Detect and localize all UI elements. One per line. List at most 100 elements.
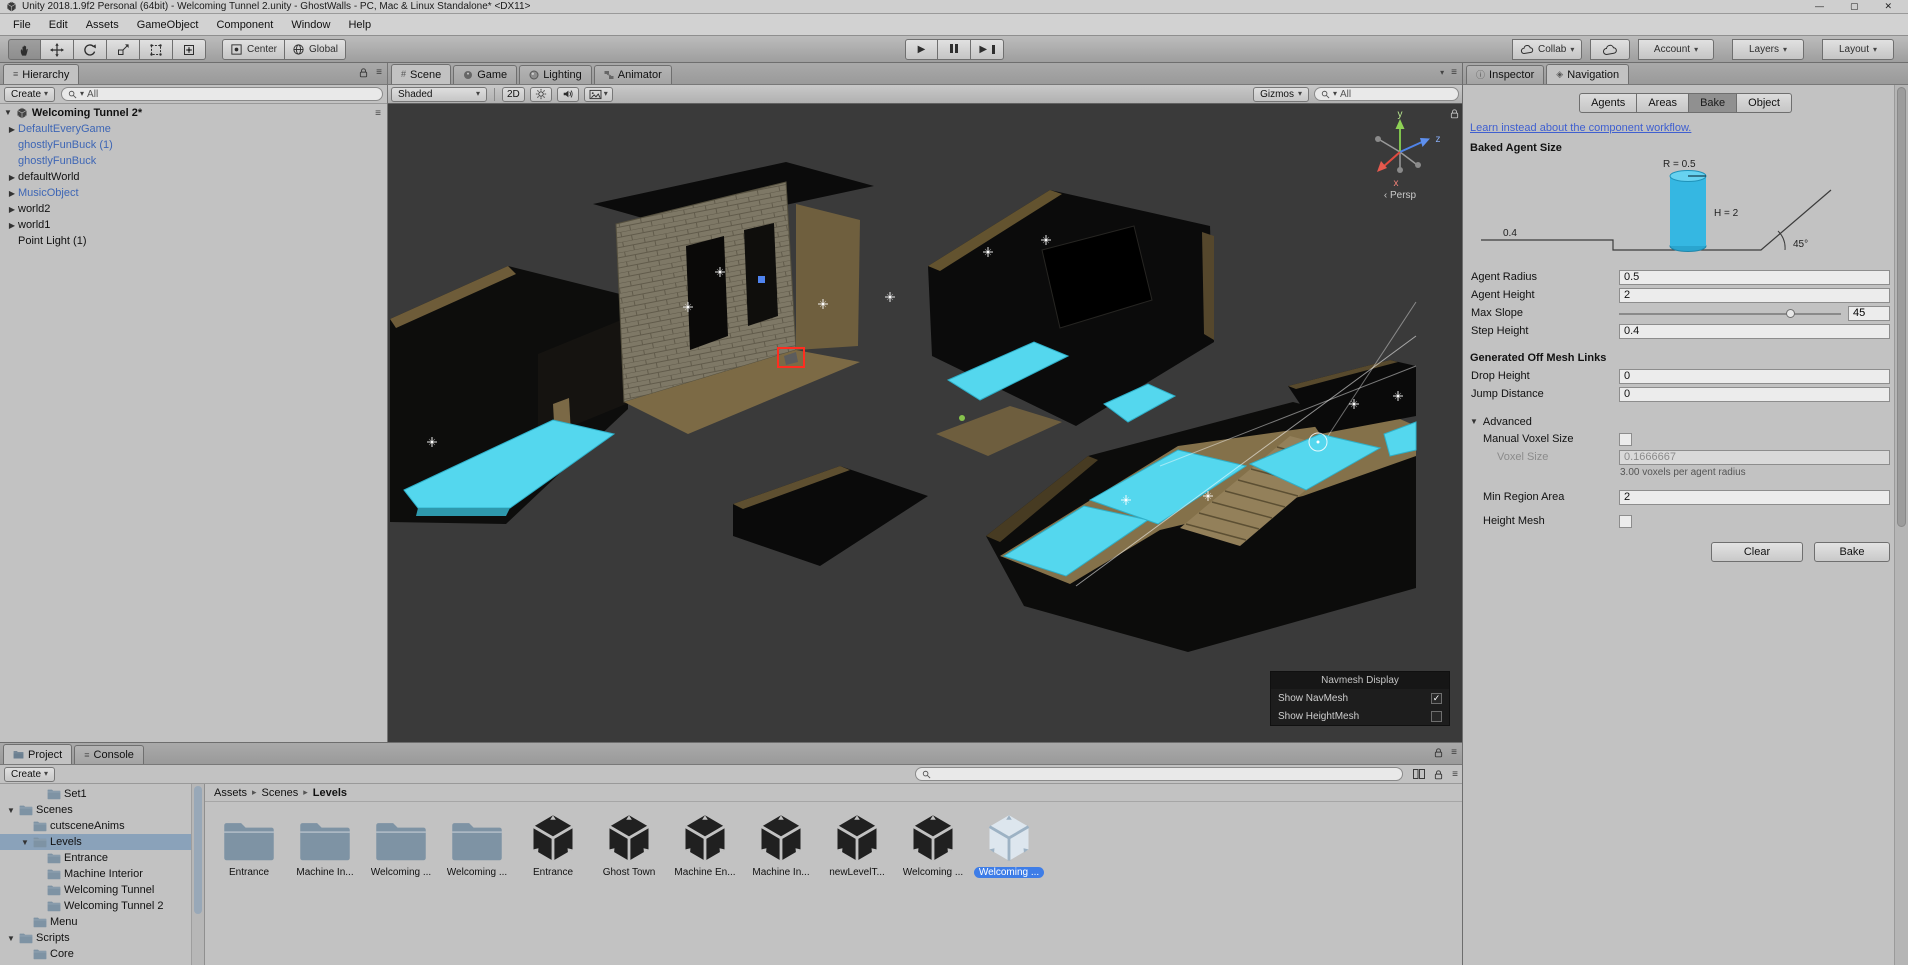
tree-item[interactable]: cutsceneAnims — [0, 818, 204, 834]
asset-scene[interactable]: Machine En... — [673, 812, 737, 878]
tree-item[interactable]: Welcoming Tunnel 2 — [0, 898, 204, 914]
menu-gameobject[interactable]: GameObject — [128, 16, 208, 34]
height-mesh-checkbox[interactable] — [1619, 514, 1632, 528]
menu-file[interactable]: File — [4, 16, 40, 34]
hierarchy-item[interactable]: ▶ defaultWorld — [0, 169, 387, 185]
jump-distance-field[interactable] — [1619, 386, 1890, 402]
tree-item[interactable]: ▼ Scripts — [0, 930, 204, 946]
hierarchy-item[interactable]: ▶ MusicObject — [0, 185, 387, 201]
hierarchy-item[interactable]: ghostlyFunBuck (1) — [0, 137, 387, 153]
asset-scene[interactable]: Machine In... — [749, 812, 813, 878]
asset-folder[interactable]: Entrance — [217, 812, 281, 878]
close-button[interactable]: ✕ — [1884, 1, 1892, 12]
asset-scene[interactable]: newLevelT... — [825, 812, 889, 878]
lock-icon[interactable] — [1449, 108, 1460, 119]
foldout-open-icon[interactable]: ▼ — [4, 109, 12, 117]
scale-tool-button[interactable] — [107, 39, 140, 60]
nav-tab-bake[interactable]: Bake — [1689, 93, 1738, 113]
clear-button[interactable]: Clear — [1711, 542, 1803, 562]
pivot-toggle-button[interactable]: Center — [222, 39, 286, 60]
tab-console[interactable]: ≡ Console — [74, 745, 144, 764]
tab-scene[interactable]: # Scene — [391, 64, 452, 84]
2d-toggle-button[interactable]: 2D — [502, 86, 525, 102]
slider-thumb[interactable] — [1785, 308, 1795, 318]
scene-3d-render[interactable] — [388, 104, 1462, 742]
tree-item[interactable]: Set1 — [0, 786, 204, 802]
hierarchy-item[interactable]: ▶ DefaultEveryGame — [0, 121, 387, 137]
breadcrumb-scenes[interactable]: Scenes — [262, 787, 299, 799]
tab-animator[interactable]: Animator — [593, 65, 672, 84]
pause-button[interactable] — [938, 39, 971, 60]
show-navmesh-checkbox[interactable]: ✓ — [1431, 692, 1442, 704]
projection-toggle[interactable]: ‹ Persp — [1352, 190, 1448, 201]
panel-menu-icon[interactable]: ≡ — [1451, 747, 1457, 758]
show-heightmesh-checkbox[interactable] — [1431, 710, 1442, 722]
tab-navigation[interactable]: ◈ Navigation — [1546, 64, 1630, 84]
draw-mode-dropdown[interactable]: Shaded ▾ — [391, 86, 487, 102]
foldout-closed-icon[interactable]: ▶ — [6, 205, 18, 214]
menu-window[interactable]: Window — [282, 16, 339, 34]
dropdown-icon[interactable]: ▾ — [1440, 68, 1444, 77]
max-slope-slider[interactable] — [1619, 307, 1841, 320]
layers-dropdown[interactable]: Layers ▾ — [1732, 39, 1804, 60]
hierarchy-scene-row[interactable]: ▼ Welcoming Tunnel 2* ≡ — [0, 105, 387, 121]
menu-edit[interactable]: Edit — [40, 16, 77, 34]
lock-icon[interactable] — [1433, 747, 1444, 758]
collab-button[interactable]: Collab ▾ — [1512, 39, 1583, 60]
lock-icon[interactable] — [1433, 769, 1444, 780]
asset-folder[interactable]: Welcoming ... — [445, 812, 509, 878]
scene-audio-toggle[interactable] — [556, 86, 579, 102]
tree-item[interactable]: Menu — [0, 914, 204, 930]
tree-item[interactable]: Welcoming Tunnel — [0, 882, 204, 898]
agent-radius-field[interactable] — [1619, 269, 1890, 285]
step-height-field[interactable] — [1619, 323, 1890, 339]
lock-icon[interactable] — [358, 67, 369, 78]
nav-tab-agents[interactable]: Agents — [1579, 93, 1638, 113]
foldout-open-icon[interactable]: ▼ — [20, 838, 30, 847]
layout-dropdown[interactable]: Layout ▾ — [1822, 39, 1894, 60]
component-workflow-link[interactable]: Learn instead about the component workfl… — [1470, 122, 1691, 134]
min-region-field[interactable] — [1619, 489, 1890, 505]
advanced-foldout[interactable]: ▼ Advanced — [1470, 416, 1908, 428]
project-search-input[interactable] — [915, 767, 1404, 781]
tree-item[interactable]: Entrance — [0, 850, 204, 866]
menu-component[interactable]: Component — [207, 16, 282, 34]
scene-orientation-gizmo[interactable]: y x z ‹ Persp — [1352, 110, 1448, 201]
foldout-closed-icon[interactable]: ▶ — [6, 189, 18, 198]
scene-lighting-toggle[interactable] — [529, 86, 552, 102]
tree-item[interactable]: Core — [0, 946, 204, 962]
two-column-layout-icon[interactable] — [1413, 769, 1426, 779]
hierarchy-create-button[interactable]: Create ▾ — [4, 86, 56, 102]
account-dropdown[interactable]: Account ▾ — [1638, 39, 1714, 60]
tab-project[interactable]: Project — [3, 744, 73, 764]
tab-inspector[interactable]: ⓘ Inspector — [1466, 65, 1545, 84]
asset-scene[interactable]: Entrance — [521, 812, 585, 878]
foldout-closed-icon[interactable]: ▶ — [6, 125, 18, 134]
hierarchy-item[interactable]: ▶ world2 — [0, 201, 387, 217]
menu-assets[interactable]: Assets — [77, 16, 128, 34]
hierarchy-search-input[interactable]: ▾ All — [61, 87, 383, 101]
step-button[interactable]: ▶ — [971, 39, 1004, 60]
breadcrumb-levels[interactable]: Levels — [313, 787, 347, 799]
breadcrumb-assets[interactable]: Assets — [214, 787, 247, 799]
scrollbar-thumb[interactable] — [1897, 87, 1906, 527]
foldout-open-icon[interactable]: ▼ — [6, 934, 16, 943]
nav-tab-areas[interactable]: Areas — [1637, 93, 1690, 113]
play-button[interactable]: ▶ — [905, 39, 938, 60]
asset-scene-selected[interactable]: Welcoming ... — [973, 812, 1045, 878]
z-axis[interactable] — [1399, 141, 1423, 153]
x-axis[interactable] — [1382, 151, 1401, 168]
drop-height-field[interactable] — [1619, 368, 1890, 384]
max-slope-field[interactable] — [1848, 305, 1890, 321]
hierarchy-item[interactable]: ghostlyFunBuck — [0, 153, 387, 169]
tab-hierarchy[interactable]: ≡ Hierarchy — [3, 64, 80, 84]
inspector-scrollbar[interactable] — [1894, 85, 1908, 965]
asset-scene[interactable]: Welcoming ... — [901, 812, 965, 878]
scene-search-input[interactable]: ▾ All — [1314, 87, 1459, 101]
tree-scrollbar[interactable] — [191, 784, 204, 965]
hand-tool-button[interactable] — [8, 39, 41, 60]
scene-menu-icon[interactable]: ≡ — [375, 108, 381, 119]
nav-tab-object[interactable]: Object — [1737, 93, 1792, 113]
voxel-size-field[interactable] — [1619, 449, 1890, 465]
asset-scene[interactable]: Ghost Town — [597, 812, 661, 878]
